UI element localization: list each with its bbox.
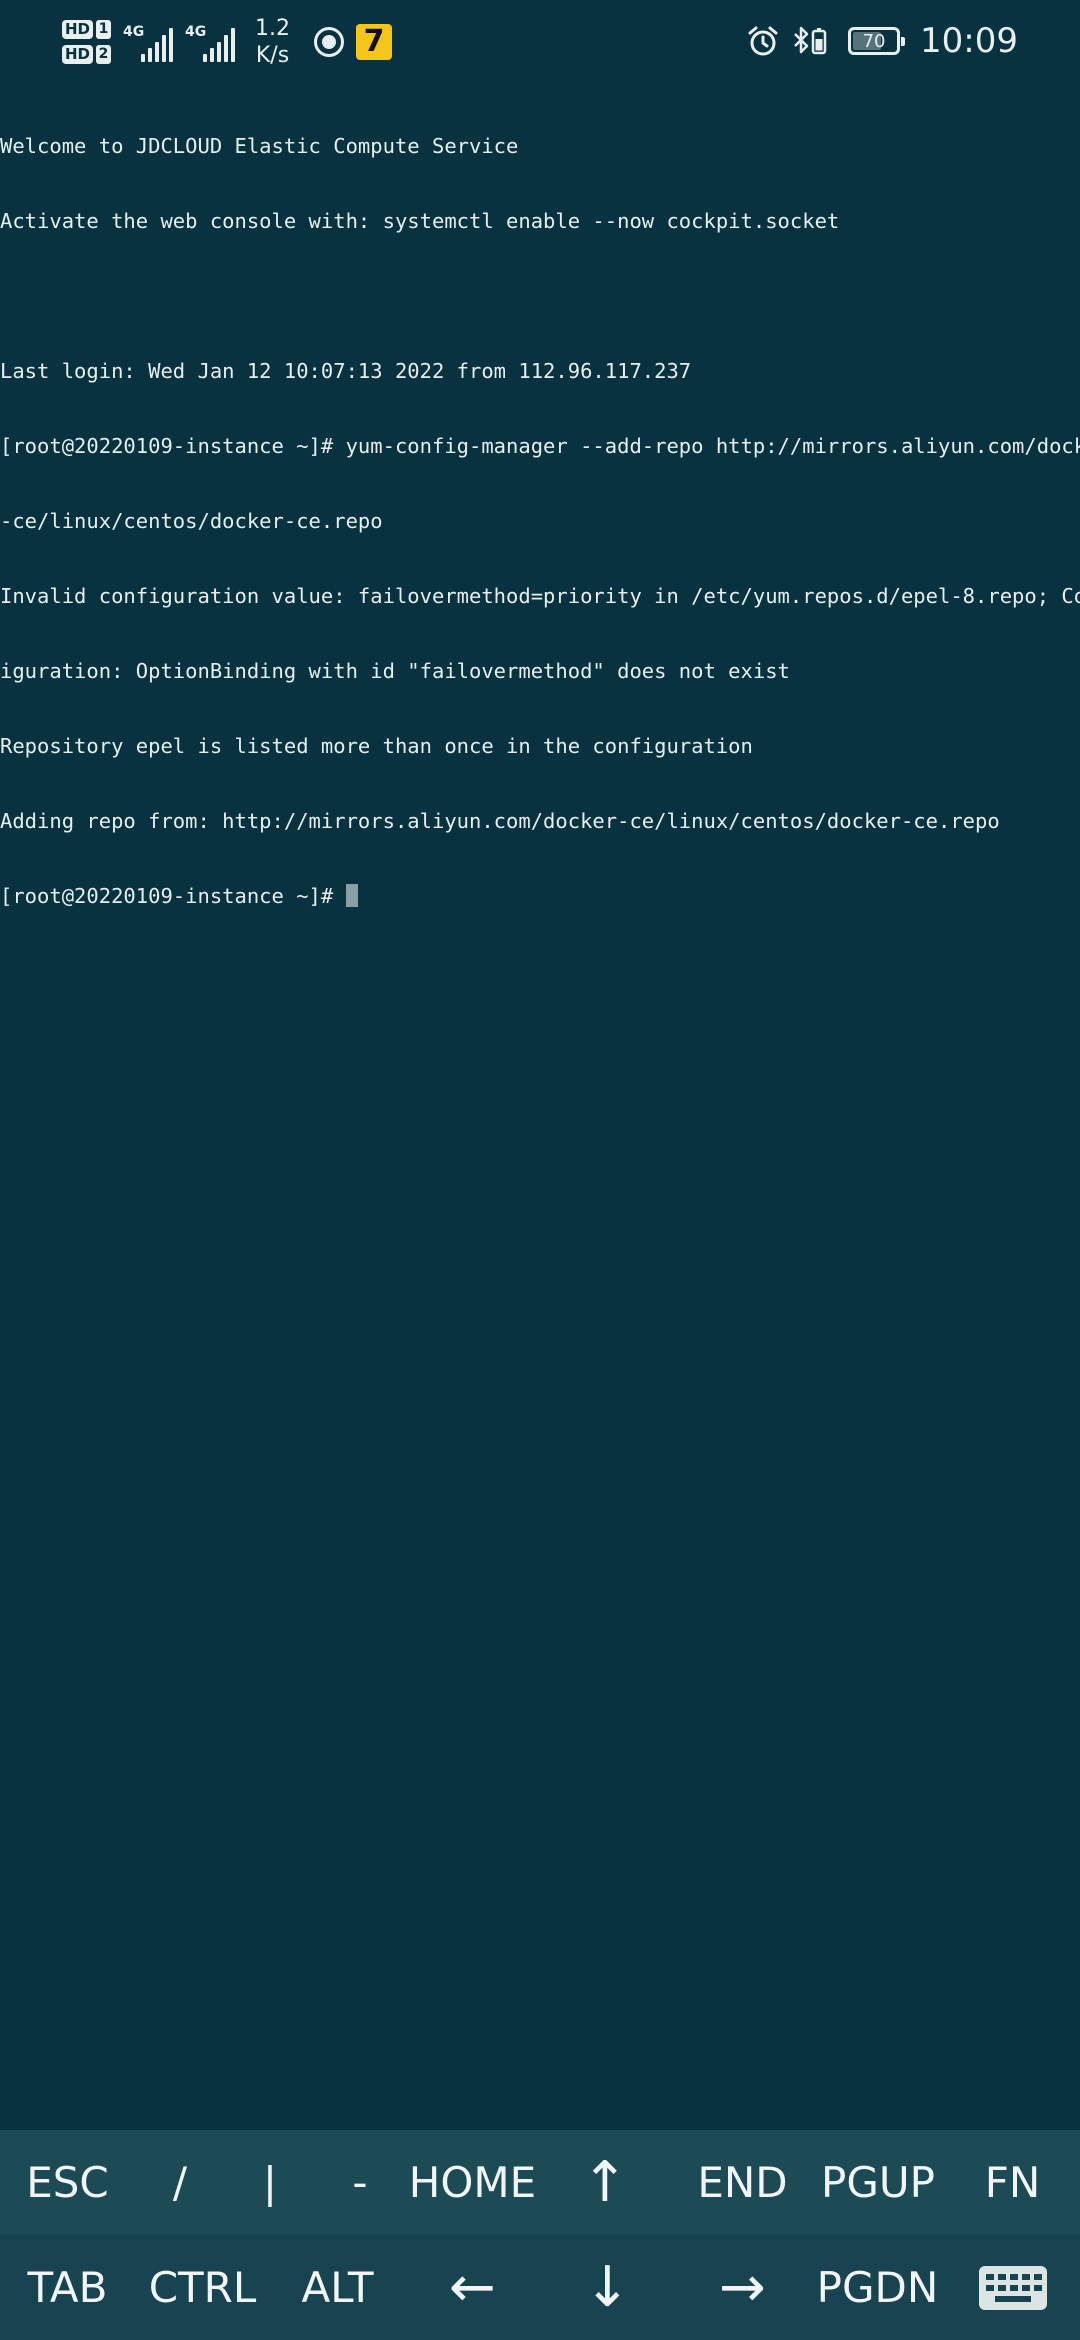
status-bar: HD 1 HD 2 4G 4G 1.2 K/s 7 70 10:09 — [0, 0, 1080, 82]
key-pgup[interactable]: PGUP — [808, 2130, 948, 2235]
clock: 10:09 — [920, 21, 1018, 61]
key-left-arrow[interactable]: ← — [405, 2235, 540, 2340]
terminal-prompt-line[interactable]: [root@20220109-instance ~]# — [0, 884, 1080, 909]
bluetooth-battery-icon — [790, 24, 830, 58]
key-alt[interactable]: ALT — [270, 2235, 405, 2340]
network-generation-label: 4G — [123, 24, 145, 40]
key-fn[interactable]: FN — [955, 2130, 1070, 2235]
key-end[interactable]: END — [680, 2130, 805, 2235]
signal-strength-icon: 4G — [123, 22, 174, 62]
data-saver-icon — [314, 27, 345, 57]
keyboard-icon — [978, 2265, 1047, 2310]
hd-badge: HD — [62, 20, 94, 39]
key-tab[interactable]: TAB — [0, 2235, 135, 2340]
network-speed-unit: K/s — [255, 43, 290, 68]
terminal-line: -ce/linux/centos/docker-ce.repo — [0, 509, 383, 533]
battery-percent: 70 — [862, 30, 886, 52]
battery-icon: 70 — [848, 27, 906, 55]
key-home[interactable]: HOME — [400, 2130, 545, 2235]
key-down-arrow[interactable]: ↓ — [540, 2235, 675, 2340]
extra-keys-bar: ESC / | - HOME ↑ END PGUP FN TAB CTRL AL… — [0, 2130, 1080, 2340]
terminal-output[interactable]: Welcome to JDCLOUD Elastic Compute Servi… — [0, 84, 1080, 959]
hd-badge: HD — [62, 45, 94, 64]
app-notification-icon: 7 — [356, 24, 393, 60]
text-cursor — [345, 884, 358, 907]
key-ctrl[interactable]: CTRL — [135, 2235, 270, 2340]
terminal-line: iguration: OptionBinding with id "failov… — [0, 659, 790, 683]
sim1-indicator: HD 1 — [62, 20, 112, 39]
key-slash[interactable]: / — [135, 2130, 225, 2235]
network-speed-value: 1.2 — [255, 16, 291, 41]
key-esc[interactable]: ESC — [0, 2130, 135, 2235]
key-dash[interactable]: - — [315, 2130, 405, 2235]
extra-keys-row-1: ESC / | - HOME ↑ END PGUP FN — [0, 2130, 1080, 2235]
key-right-arrow[interactable]: → — [675, 2235, 810, 2340]
status-bar-right: 70 10:09 — [746, 18, 1018, 64]
keyboard-toggle-button[interactable] — [945, 2235, 1080, 2340]
sim2-indicator: HD 2 — [62, 45, 112, 64]
status-bar-left: HD 1 HD 2 4G 4G 1.2 K/s 7 — [62, 12, 393, 72]
terminal-line: Welcome to JDCLOUD Elastic Compute Servi… — [0, 134, 519, 158]
sim-indicators: HD 1 HD 2 — [62, 20, 112, 64]
sim-number: 2 — [96, 45, 112, 64]
terminal-line: [root@20220109-instance ~]# yum-config-m… — [0, 434, 1080, 458]
signal-strength-icon: 4G — [185, 22, 236, 62]
network-speed: 1.2 K/s — [255, 15, 290, 69]
terminal-line: Repository epel is listed more than once… — [0, 734, 753, 758]
terminal-app-screen: HD 1 HD 2 4G 4G 1.2 K/s 7 70 10:09 Welco… — [0, 0, 1080, 2340]
terminal-line: Last login: Wed Jan 12 10:07:13 2022 fro… — [0, 359, 692, 383]
sim-number: 1 — [96, 20, 112, 39]
alarm-icon — [746, 24, 780, 58]
shell-prompt: [root@20220109-instance ~]# — [0, 884, 346, 908]
key-pgdn[interactable]: PGDN — [810, 2235, 945, 2340]
network-generation-label: 4G — [185, 24, 207, 40]
terminal-line: Invalid configuration value: failovermet… — [0, 584, 1080, 608]
key-up-arrow[interactable]: ↑ — [545, 2130, 665, 2235]
extra-keys-row-2: TAB CTRL ALT ← ↓ → PGDN — [0, 2235, 1080, 2340]
key-pipe[interactable]: | — [225, 2130, 315, 2235]
terminal-line: Activate the web console with: systemctl… — [0, 209, 840, 233]
terminal-line: Adding repo from: http://mirrors.aliyun.… — [0, 809, 1000, 833]
